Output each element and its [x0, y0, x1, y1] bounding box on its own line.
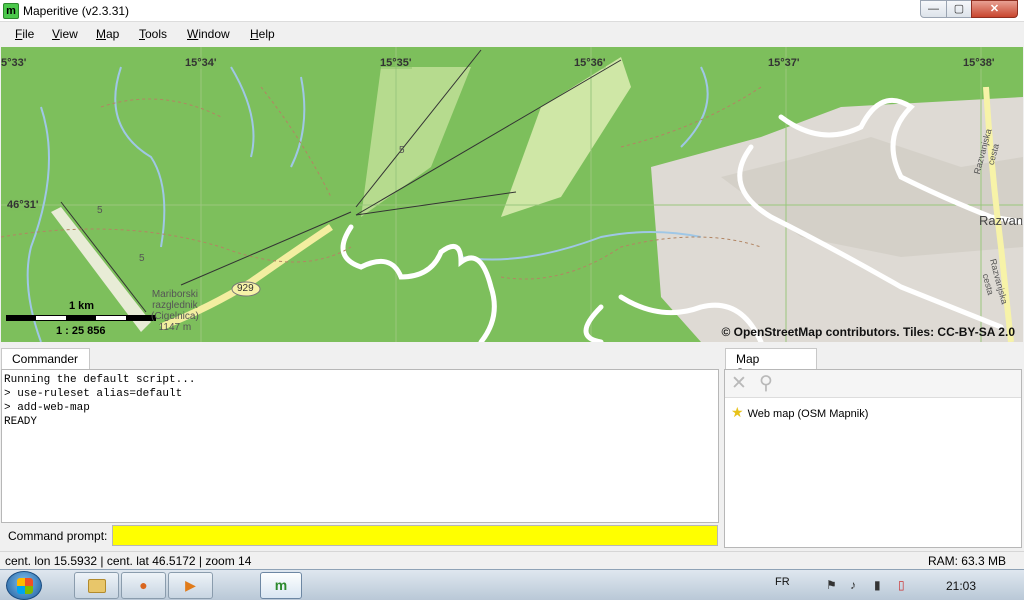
close-button[interactable]: ✕	[971, 0, 1018, 18]
town-label: Razvan	[979, 213, 1023, 228]
menu-window-label: indow	[198, 27, 230, 41]
clearing-area	[361, 67, 471, 217]
output-line: > use-ruleset alias=default	[4, 388, 183, 400]
folder-icon	[87, 579, 106, 593]
meadow-strip	[51, 207, 151, 332]
status-bar: cent. lon 15.5932 | cent. lat 46.5172 | …	[0, 551, 1024, 569]
scale-bar	[6, 315, 156, 321]
map-source-item[interactable]: ★ Web map (OSM Mapnik)	[731, 404, 868, 421]
trail-number: 5	[97, 205, 103, 216]
output-line: > add-web-map	[4, 402, 90, 414]
command-prompt-label: Command prompt:	[8, 529, 108, 543]
map-position-status: cent. lon 15.5932 | cent. lat 46.5172 | …	[5, 554, 252, 568]
menu-view[interactable]: View	[52, 27, 78, 41]
battery-icon[interactable]: ▯	[898, 578, 905, 592]
map-source-label: Web map (OSM Mapnik)	[747, 408, 869, 420]
scale-distance: 1 km	[69, 300, 95, 312]
menu-tools[interactable]: Tools	[139, 27, 167, 41]
scale-ratio: 1 : 25 856	[56, 325, 106, 337]
language-indicator[interactable]: FR	[775, 576, 790, 588]
maximize-button[interactable]: ▢	[946, 0, 972, 18]
media-player-taskbar-button[interactable]: ▶	[168, 572, 213, 599]
maperitive-app-icon: m	[3, 3, 19, 19]
ram-status: RAM: 63.3 MB	[927, 554, 1006, 568]
place-elevation: 1147 m	[158, 322, 192, 333]
menu-view-key: V	[52, 27, 60, 41]
taskbar: ● ▶ m FR ⚑ ♪ ▮ ▯ 21:03	[0, 569, 1024, 600]
latitude-label: 46°31'	[7, 199, 39, 211]
title-bar: m Maperitive (v2.3.31) — ▢ ✕	[0, 0, 1024, 22]
zoom-to-source-icon[interactable]: ⚲	[755, 373, 777, 395]
output-line: Running the default script...	[4, 374, 196, 386]
longitude-label: 15°35'	[380, 57, 412, 69]
longitude-label: 15°37'	[768, 57, 800, 69]
tab-commander[interactable]: Commander	[1, 348, 90, 369]
tab-map-sources[interactable]: Map Sources	[725, 348, 817, 380]
window-title: Maperitive (v2.3.31)	[23, 4, 130, 18]
menu-file-label: ile	[22, 27, 35, 41]
menu-view-label: iew	[59, 27, 78, 41]
meadow-area	[501, 57, 631, 217]
longitude-label: 15°36'	[574, 57, 606, 69]
menu-map-key: M	[96, 27, 106, 41]
trail-number: 5	[139, 253, 145, 264]
remove-source-icon[interactable]: ✕	[728, 373, 750, 395]
longitude-label: 15°38'	[963, 57, 995, 69]
firefox-taskbar-button[interactable]: ●	[121, 572, 166, 599]
windows-logo-icon	[17, 578, 33, 594]
command-prompt-input[interactable]	[112, 525, 718, 546]
sources-toolbar: ✕ ⚲	[725, 370, 1021, 398]
menu-map[interactable]: Map	[96, 27, 119, 41]
place-name-2: razglednik	[152, 300, 198, 311]
place-name-3: (Cigelnica)	[151, 311, 199, 322]
map-sources-panel: ✕ ⚲ ★ Web map (OSM Mapnik)	[724, 369, 1022, 548]
map-attribution: © OpenStreetMap contributors. Tiles: CC-…	[721, 325, 1015, 339]
map-canvas[interactable]: 5°33' 15°34' 15°35' 15°36' 15°37' 15°38'…	[1, 47, 1023, 342]
star-icon: ★	[731, 404, 744, 420]
menu-help-label: elp	[258, 27, 275, 41]
action-center-icon[interactable]: ⚑	[826, 578, 837, 592]
minimize-button[interactable]: —	[920, 0, 947, 18]
longitude-label: 5°33'	[1, 57, 27, 69]
menu-window[interactable]: Window	[187, 27, 230, 41]
output-line: READY	[4, 416, 38, 428]
menu-map-label: ap	[106, 27, 120, 41]
menu-window-key: W	[187, 27, 199, 41]
place-label: Mariborski razglednik (Cigelnica) 1147 m	[151, 289, 199, 333]
maperitive-taskbar-button[interactable]: m	[260, 572, 302, 599]
trail-number: 5	[399, 145, 405, 156]
longitude-label: 15°34'	[185, 57, 217, 69]
explorer-taskbar-button[interactable]	[74, 572, 119, 599]
road-number: 929	[237, 283, 254, 294]
volume-icon[interactable]: ♪	[850, 578, 856, 592]
menu-file[interactable]: File	[15, 27, 34, 41]
place-name-1: Mariborski	[151, 289, 198, 300]
clock[interactable]: 21:03	[946, 579, 976, 593]
commander-output: Running the default script... > use-rules…	[1, 369, 719, 523]
start-button[interactable]	[6, 571, 42, 600]
menu-bar: File View Map Tools Window Help	[0, 22, 1024, 46]
menu-help[interactable]: Help	[250, 27, 275, 41]
menu-tools-label: ools	[145, 27, 168, 41]
menu-help-key: H	[250, 27, 259, 41]
network-icon[interactable]: ▮	[874, 578, 881, 592]
